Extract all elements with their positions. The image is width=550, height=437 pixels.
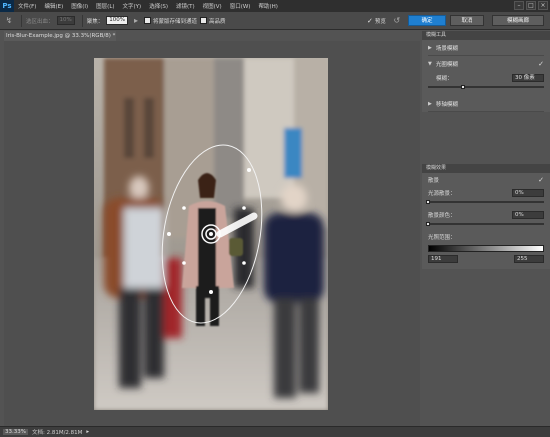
bokeh-row: 散景 ✓ xyxy=(428,173,544,187)
bokeh-color-label: 散景颜色： xyxy=(428,213,456,219)
menu-layer[interactable]: 图层(L) xyxy=(92,2,118,10)
iris-blur-label: 光圈模糊 xyxy=(435,62,458,68)
zoom-level[interactable]: 33.33% xyxy=(3,429,28,435)
tab-blur-tools[interactable]: 模糊工具 xyxy=(422,31,550,40)
blur-input[interactable]: 30 像素 xyxy=(512,74,544,82)
bokeh-color-input[interactable]: 0% xyxy=(512,211,544,219)
range-low-input[interactable]: 191 xyxy=(428,255,458,263)
bokeh-color-row: 散景颜色： 0% xyxy=(428,209,544,221)
right-panels: 模糊工具 ▶ 场景模糊 ▼ 光圈模糊 ✓ 模糊： 30 像素 ▶ 移轴模糊 模糊… xyxy=(422,31,550,426)
light-bokeh-slider[interactable] xyxy=(426,199,544,205)
menu-help[interactable]: 帮助(H) xyxy=(254,2,281,10)
range-high-input[interactable]: 255 xyxy=(514,255,544,263)
bokeh-checkbox[interactable]: ✓ xyxy=(538,176,544,184)
high-quality-label: 高品质 xyxy=(209,18,226,25)
menu-file[interactable]: 文件(F) xyxy=(14,2,40,10)
dropdown-arrow-icon[interactable]: ▸ xyxy=(131,16,141,26)
save-mask-label: 将蒙版存储到通道 xyxy=(153,18,198,25)
preview-label: 预览 xyxy=(374,19,386,25)
slider-track xyxy=(428,201,544,203)
light-range-gradient[interactable] xyxy=(428,245,544,252)
menu-type[interactable]: 文字(Y) xyxy=(119,2,146,10)
light-bokeh-row: 光源散景： 0% xyxy=(428,187,544,199)
field-blur-section[interactable]: ▶ 场景模糊 xyxy=(428,40,544,56)
field-blur-label: 场景模糊 xyxy=(435,45,458,52)
tab-blur-effects[interactable]: 模糊效果 xyxy=(422,164,550,173)
selection-bleed-label: 选区出血： xyxy=(26,18,54,25)
slider-track xyxy=(428,86,544,88)
street-photo[interactable] xyxy=(94,58,328,410)
slider-track xyxy=(428,223,544,225)
slider-thumb[interactable] xyxy=(460,85,465,89)
options-bar: ↯ 选区出血： 10% 聚焦： 100% ▸ 将蒙版存储到通道 高品质 ✓ 预览… xyxy=(0,12,550,30)
collapsed-triangle-icon[interactable]: ▶ xyxy=(428,101,432,107)
light-range-label: 光照范围： xyxy=(428,235,456,241)
bokeh-color-slider[interactable] xyxy=(426,221,544,227)
window-controls: – □ × xyxy=(514,1,548,10)
photo-image xyxy=(94,58,328,410)
iris-blur-checkbox[interactable]: ✓ xyxy=(538,60,544,68)
blur-label: 模糊： xyxy=(436,76,453,82)
status-bar: 33.33% 文档: 2.81M/2.81M ▸ xyxy=(0,426,550,437)
high-quality-checkbox[interactable] xyxy=(200,17,208,24)
document-info[interactable]: 文档: 2.81M/2.81M xyxy=(32,428,82,436)
cancel-button[interactable]: 取消 xyxy=(450,15,484,26)
document-tab[interactable]: Iris-Blur-Example.jpg @ 33.3%(RGB/8) * xyxy=(4,31,116,41)
preview-group: ✓ 预览 ↺ xyxy=(367,16,405,26)
workspace-switcher[interactable]: 模糊画廊 xyxy=(492,15,544,26)
ok-button[interactable]: 确定 xyxy=(408,15,446,26)
tilt-shift-section[interactable]: ▶ 移轴模糊 xyxy=(428,96,544,112)
slider-thumb[interactable] xyxy=(426,200,430,204)
menu-select[interactable]: 选择(S) xyxy=(145,2,172,10)
maximize-button[interactable]: □ xyxy=(526,1,536,10)
light-bokeh-input[interactable]: 0% xyxy=(512,189,544,197)
photoshop-logo: Ps xyxy=(0,0,14,12)
collapsed-triangle-icon[interactable]: ▶ xyxy=(428,45,432,51)
light-range-row: 光照范围： xyxy=(428,231,544,243)
blur-param-row: 模糊： 30 像素 xyxy=(428,72,544,84)
iris-blur-section[interactable]: ▼ 光圈模糊 ✓ xyxy=(428,56,544,72)
menu-bar: Ps 文件(F) 编辑(E) 图像(I) 图层(L) 文字(Y) 选择(S) 滤… xyxy=(0,0,550,12)
light-range-values: 191 255 xyxy=(428,255,544,263)
selection-bleed-field[interactable]: 10% xyxy=(56,16,75,25)
tool-preset-icon[interactable]: ↯ xyxy=(4,16,14,26)
menu-window[interactable]: 窗口(W) xyxy=(226,2,255,10)
divider xyxy=(21,14,22,27)
menu-view[interactable]: 视图(V) xyxy=(199,2,226,10)
focus-field[interactable]: 100% xyxy=(106,16,128,25)
slider-thumb[interactable] xyxy=(426,222,430,226)
blur-slider[interactable] xyxy=(428,84,544,90)
divider xyxy=(81,14,83,27)
menu-filter[interactable]: 滤镜(T) xyxy=(172,2,199,10)
menu-edit[interactable]: 编辑(E) xyxy=(40,2,67,10)
close-button[interactable]: × xyxy=(538,1,548,10)
bokeh-label: 散景 xyxy=(428,178,440,184)
tilt-shift-label: 移轴模糊 xyxy=(435,101,458,108)
expanded-triangle-icon[interactable]: ▼ xyxy=(428,61,432,67)
blur-effects-panel: 散景 ✓ 光源散景： 0% 散景颜色： 0% 光照范围： 191 255 xyxy=(422,173,550,269)
blur-tools-panel: ▶ 场景模糊 ▼ 光圈模糊 ✓ 模糊： 30 像素 ▶ 移轴模糊 xyxy=(422,40,550,112)
save-mask-checkbox[interactable] xyxy=(144,17,151,24)
panel-gap xyxy=(422,112,550,164)
light-bokeh-label: 光源散景： xyxy=(428,191,456,197)
reset-icon[interactable]: ↺ xyxy=(392,16,402,26)
preview-checkbox[interactable]: ✓ xyxy=(367,17,373,25)
minimize-button[interactable]: – xyxy=(514,1,524,10)
focus-label: 聚焦： xyxy=(86,18,104,25)
menu-image[interactable]: 图像(I) xyxy=(67,2,92,10)
arrow-right-icon[interactable]: ▸ xyxy=(86,429,89,435)
